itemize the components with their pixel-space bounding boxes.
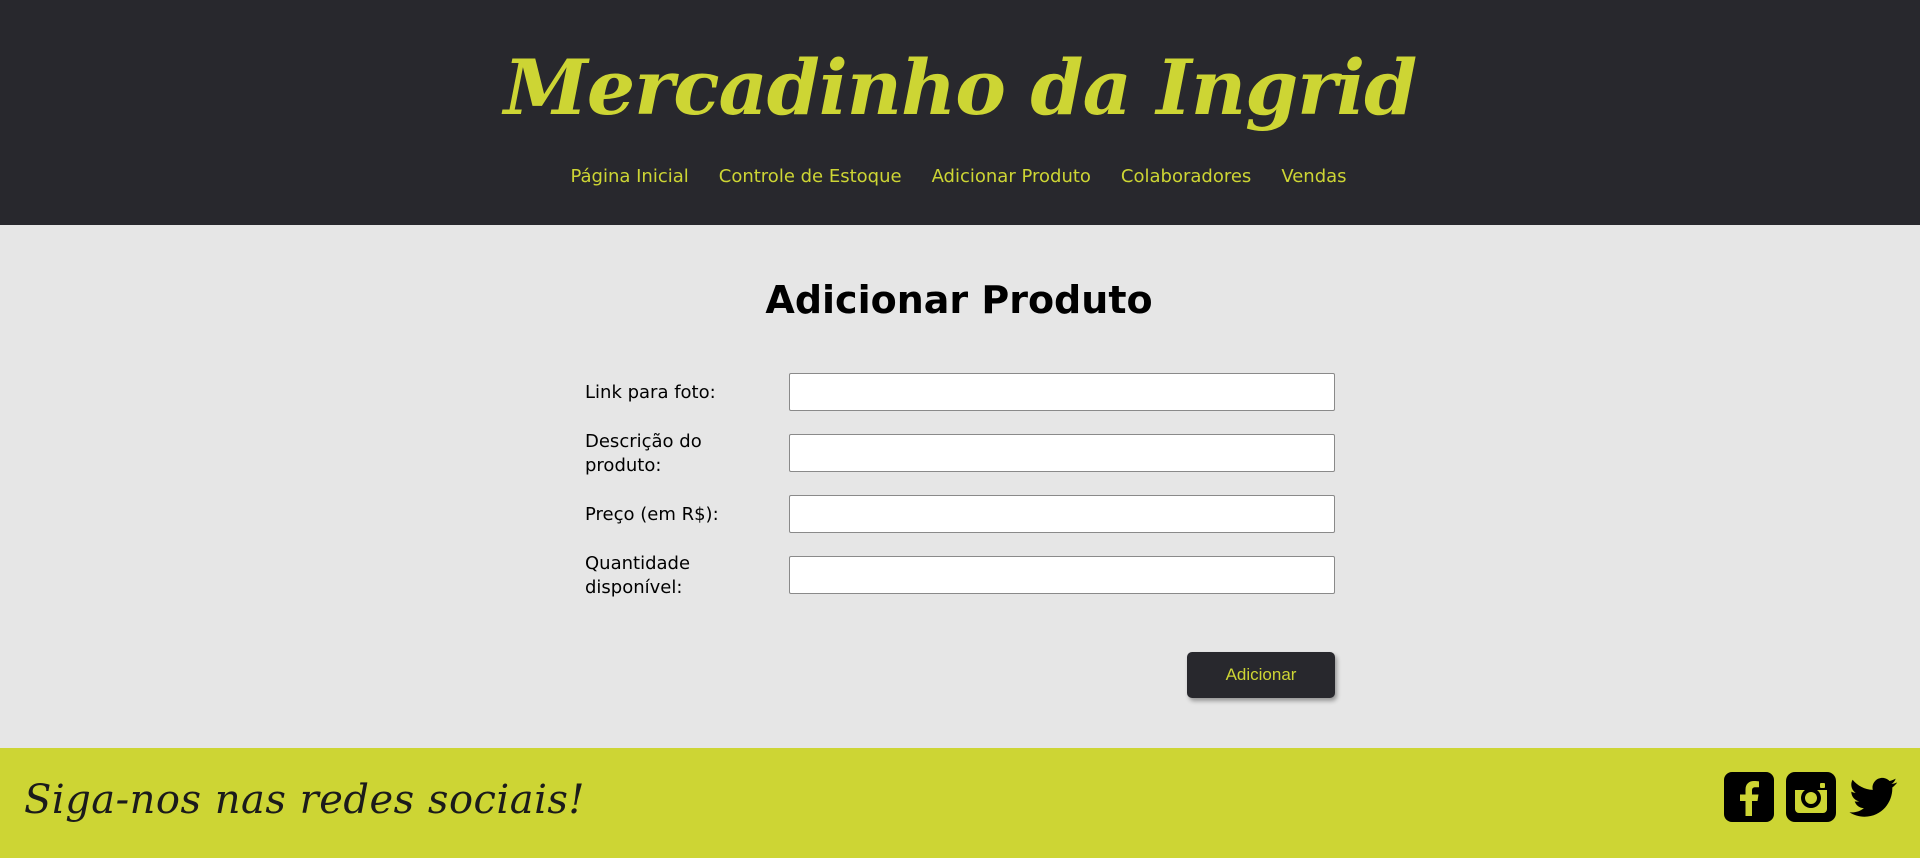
price-label: Preço (em R$): xyxy=(585,504,719,525)
site-brand[interactable]: Mercadinho da Ingrid xyxy=(0,38,1920,138)
twitter-icon[interactable] xyxy=(1848,772,1898,822)
site-footer: Siga-nos nas redes sociais! xyxy=(0,748,1920,858)
main-nav: Página Inicial Controle de Estoque Adici… xyxy=(0,163,1920,191)
site-header: Mercadinho da Ingrid Página Inicial Cont… xyxy=(0,0,1920,225)
form-row-description: Descrição do produto: xyxy=(585,431,1335,495)
add-product-form: Link para foto: Descrição do produto: Pr… xyxy=(585,373,1335,617)
form-row-quantity: Quantidade disponível: xyxy=(585,553,1335,617)
description-label: Descrição do produto: xyxy=(585,431,702,476)
main-content: Adicionar Produto Link para foto: Descri… xyxy=(0,225,1920,748)
quantity-input[interactable] xyxy=(789,556,1335,594)
add-button[interactable]: Adicionar xyxy=(1187,652,1335,698)
nav-link-adicionar-produto[interactable]: Adicionar Produto xyxy=(932,163,1091,191)
nav-link-controle-estoque[interactable]: Controle de Estoque xyxy=(719,163,902,191)
form-row-photo-link: Link para foto: xyxy=(585,373,1335,434)
description-input[interactable] xyxy=(789,434,1335,472)
photo-link-label: Link para foto: xyxy=(585,382,716,403)
page-title: Adicionar Produto xyxy=(765,278,1153,322)
nav-link-pagina-inicial[interactable]: Página Inicial xyxy=(570,163,688,191)
instagram-icon[interactable] xyxy=(1786,772,1836,822)
social-cta-text: Siga-nos nas redes sociais! xyxy=(24,777,585,823)
price-input[interactable] xyxy=(789,495,1335,533)
nav-link-vendas[interactable]: Vendas xyxy=(1281,163,1346,191)
quantity-label: Quantidade disponível: xyxy=(585,553,691,598)
form-row-price: Preço (em R$): xyxy=(585,495,1335,556)
nav-link-colaboradores[interactable]: Colaboradores xyxy=(1121,163,1251,191)
social-links xyxy=(1724,772,1898,822)
facebook-icon[interactable] xyxy=(1724,772,1774,822)
photo-link-input[interactable] xyxy=(789,373,1335,411)
